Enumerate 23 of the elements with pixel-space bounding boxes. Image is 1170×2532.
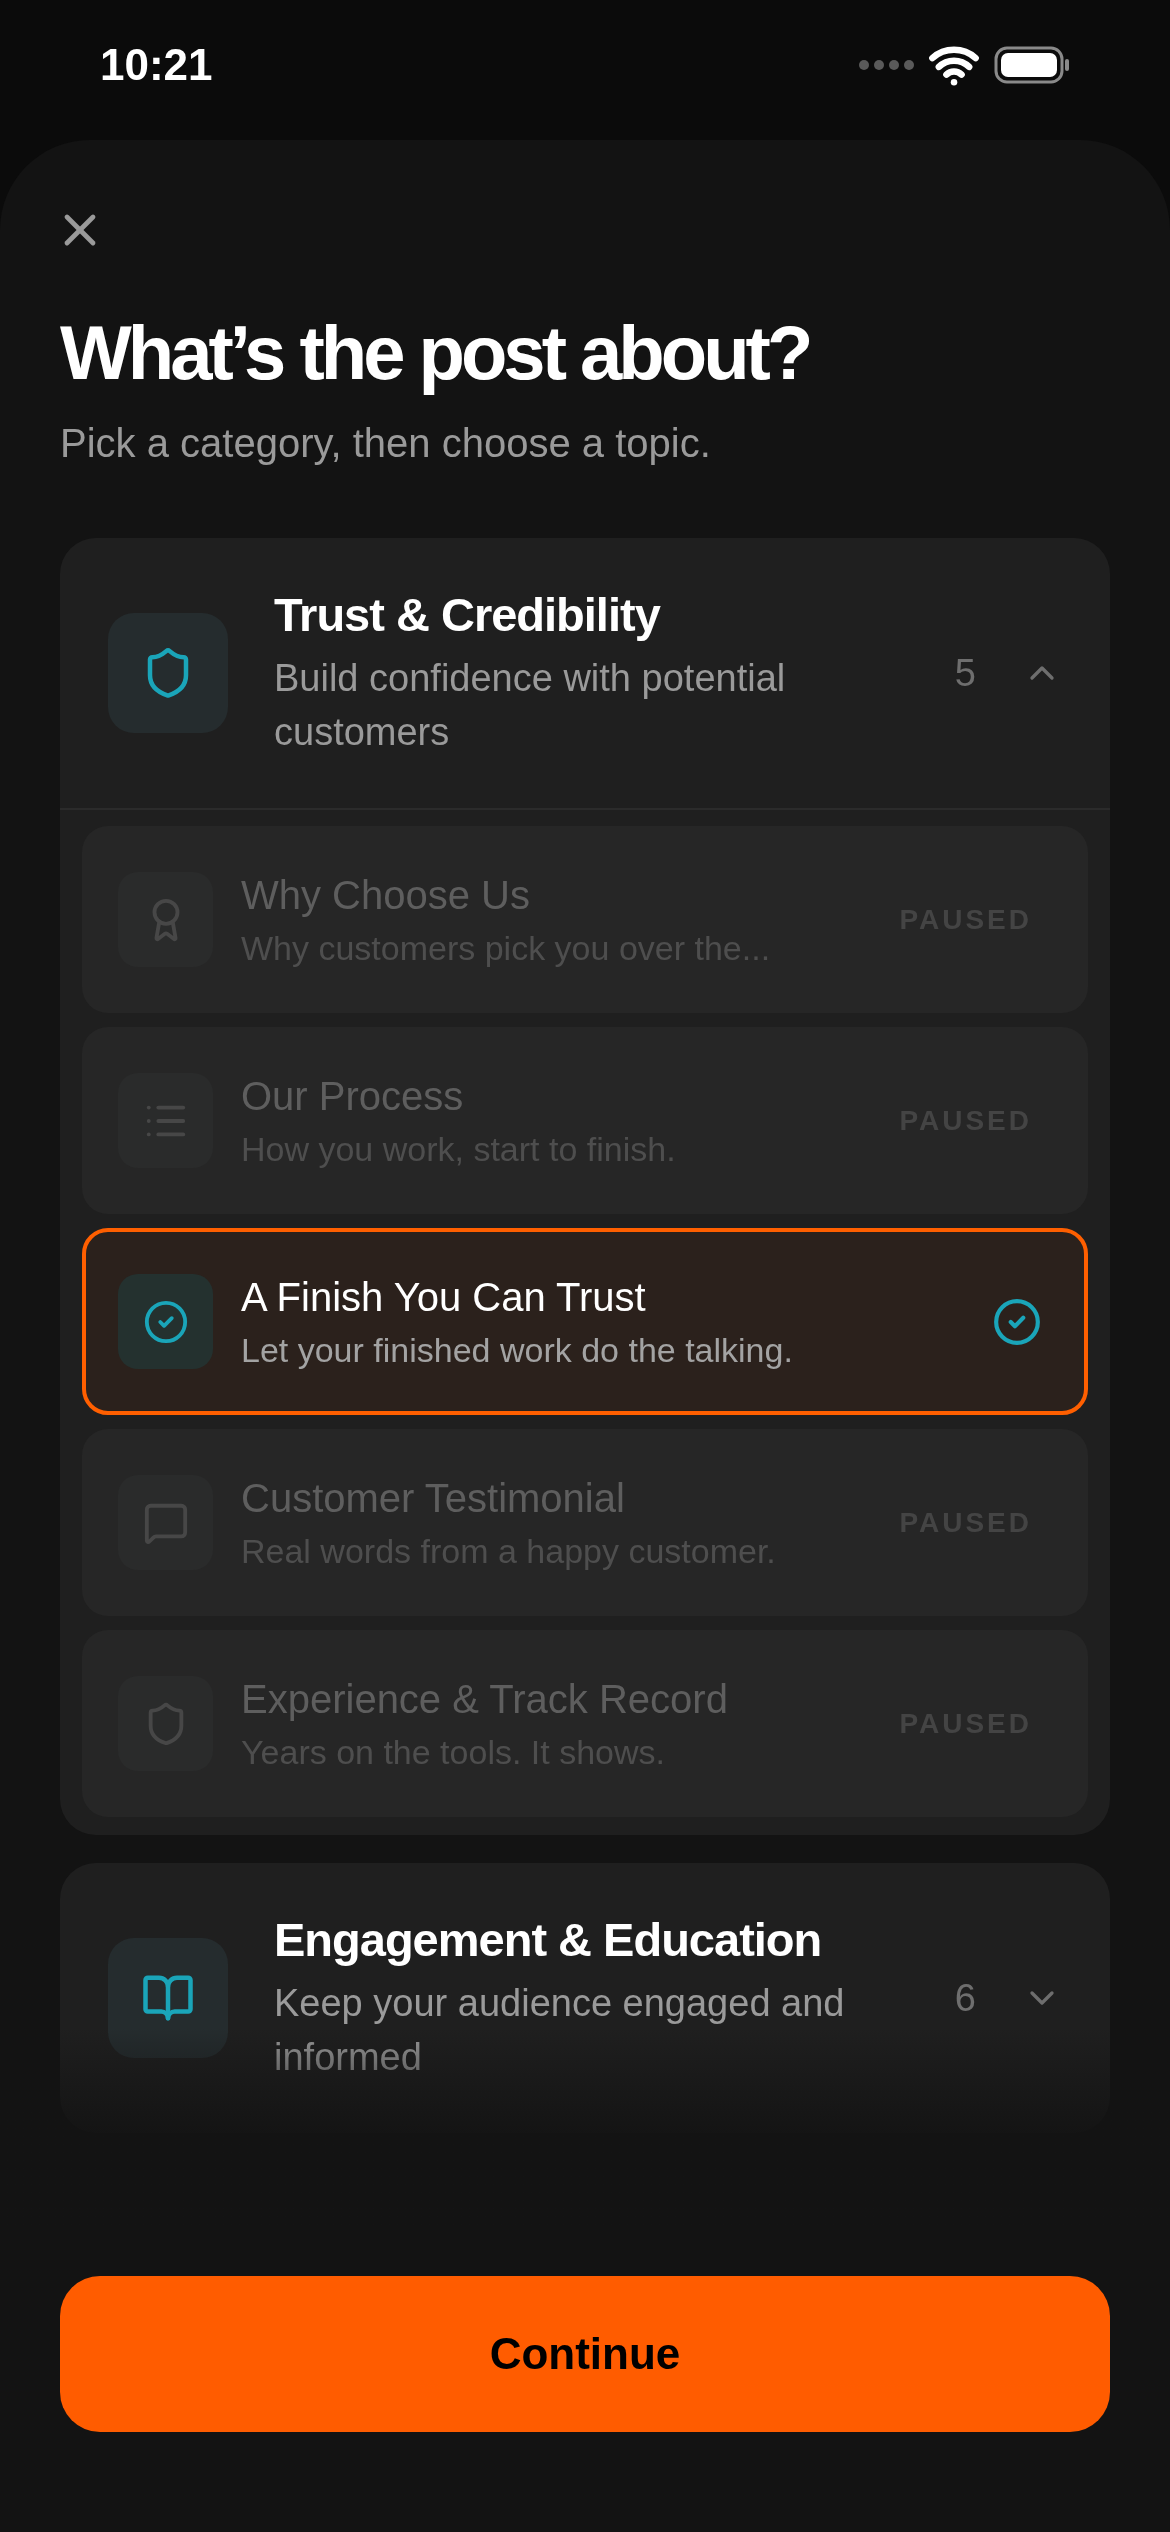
topic-title: Our Process — [241, 1072, 465, 1120]
topic-title: A Finish You Can Trust — [241, 1273, 647, 1321]
page-title: What’s the post about? — [60, 309, 811, 397]
status-time: 10:21 — [100, 39, 213, 91]
category-description: Build confidence with potential customers — [274, 656, 787, 755]
category-description: Keep your audience engaged and informed — [274, 1981, 846, 2080]
topic-title: Customer Testimonial — [241, 1474, 626, 1522]
signal-icon — [858, 59, 914, 71]
topic-card[interactable]: A Finish You Can Trust Let your finished work do the talking. — [82, 1228, 1088, 1415]
check-circle-icon — [992, 1296, 1042, 1347]
category-title: Engagement & Education — [274, 1912, 823, 1968]
category-header[interactable]: Trust & Credibility Build confidence with potential customers 5 — [60, 538, 1110, 808]
category-title: Trust & Credibility — [274, 587, 662, 643]
topic-description: Let your finished work do the talking. — [241, 1329, 794, 1371]
check-circle-icon — [142, 1298, 189, 1345]
topic-count: 5 — [954, 650, 976, 696]
topic-title: Experience & Track Record — [241, 1675, 729, 1723]
topic-count: 6 — [954, 1975, 976, 2021]
battery-icon — [994, 46, 1070, 84]
page-subtitle: Pick a category, then choose a topic. — [60, 420, 712, 467]
topic-title: Why Choose Us — [241, 871, 531, 919]
continue-button[interactable]: Continue — [60, 2276, 1110, 2432]
category-header[interactable]: Engagement & Education Keep your audience engaged and informed 6 — [60, 1863, 1110, 2133]
